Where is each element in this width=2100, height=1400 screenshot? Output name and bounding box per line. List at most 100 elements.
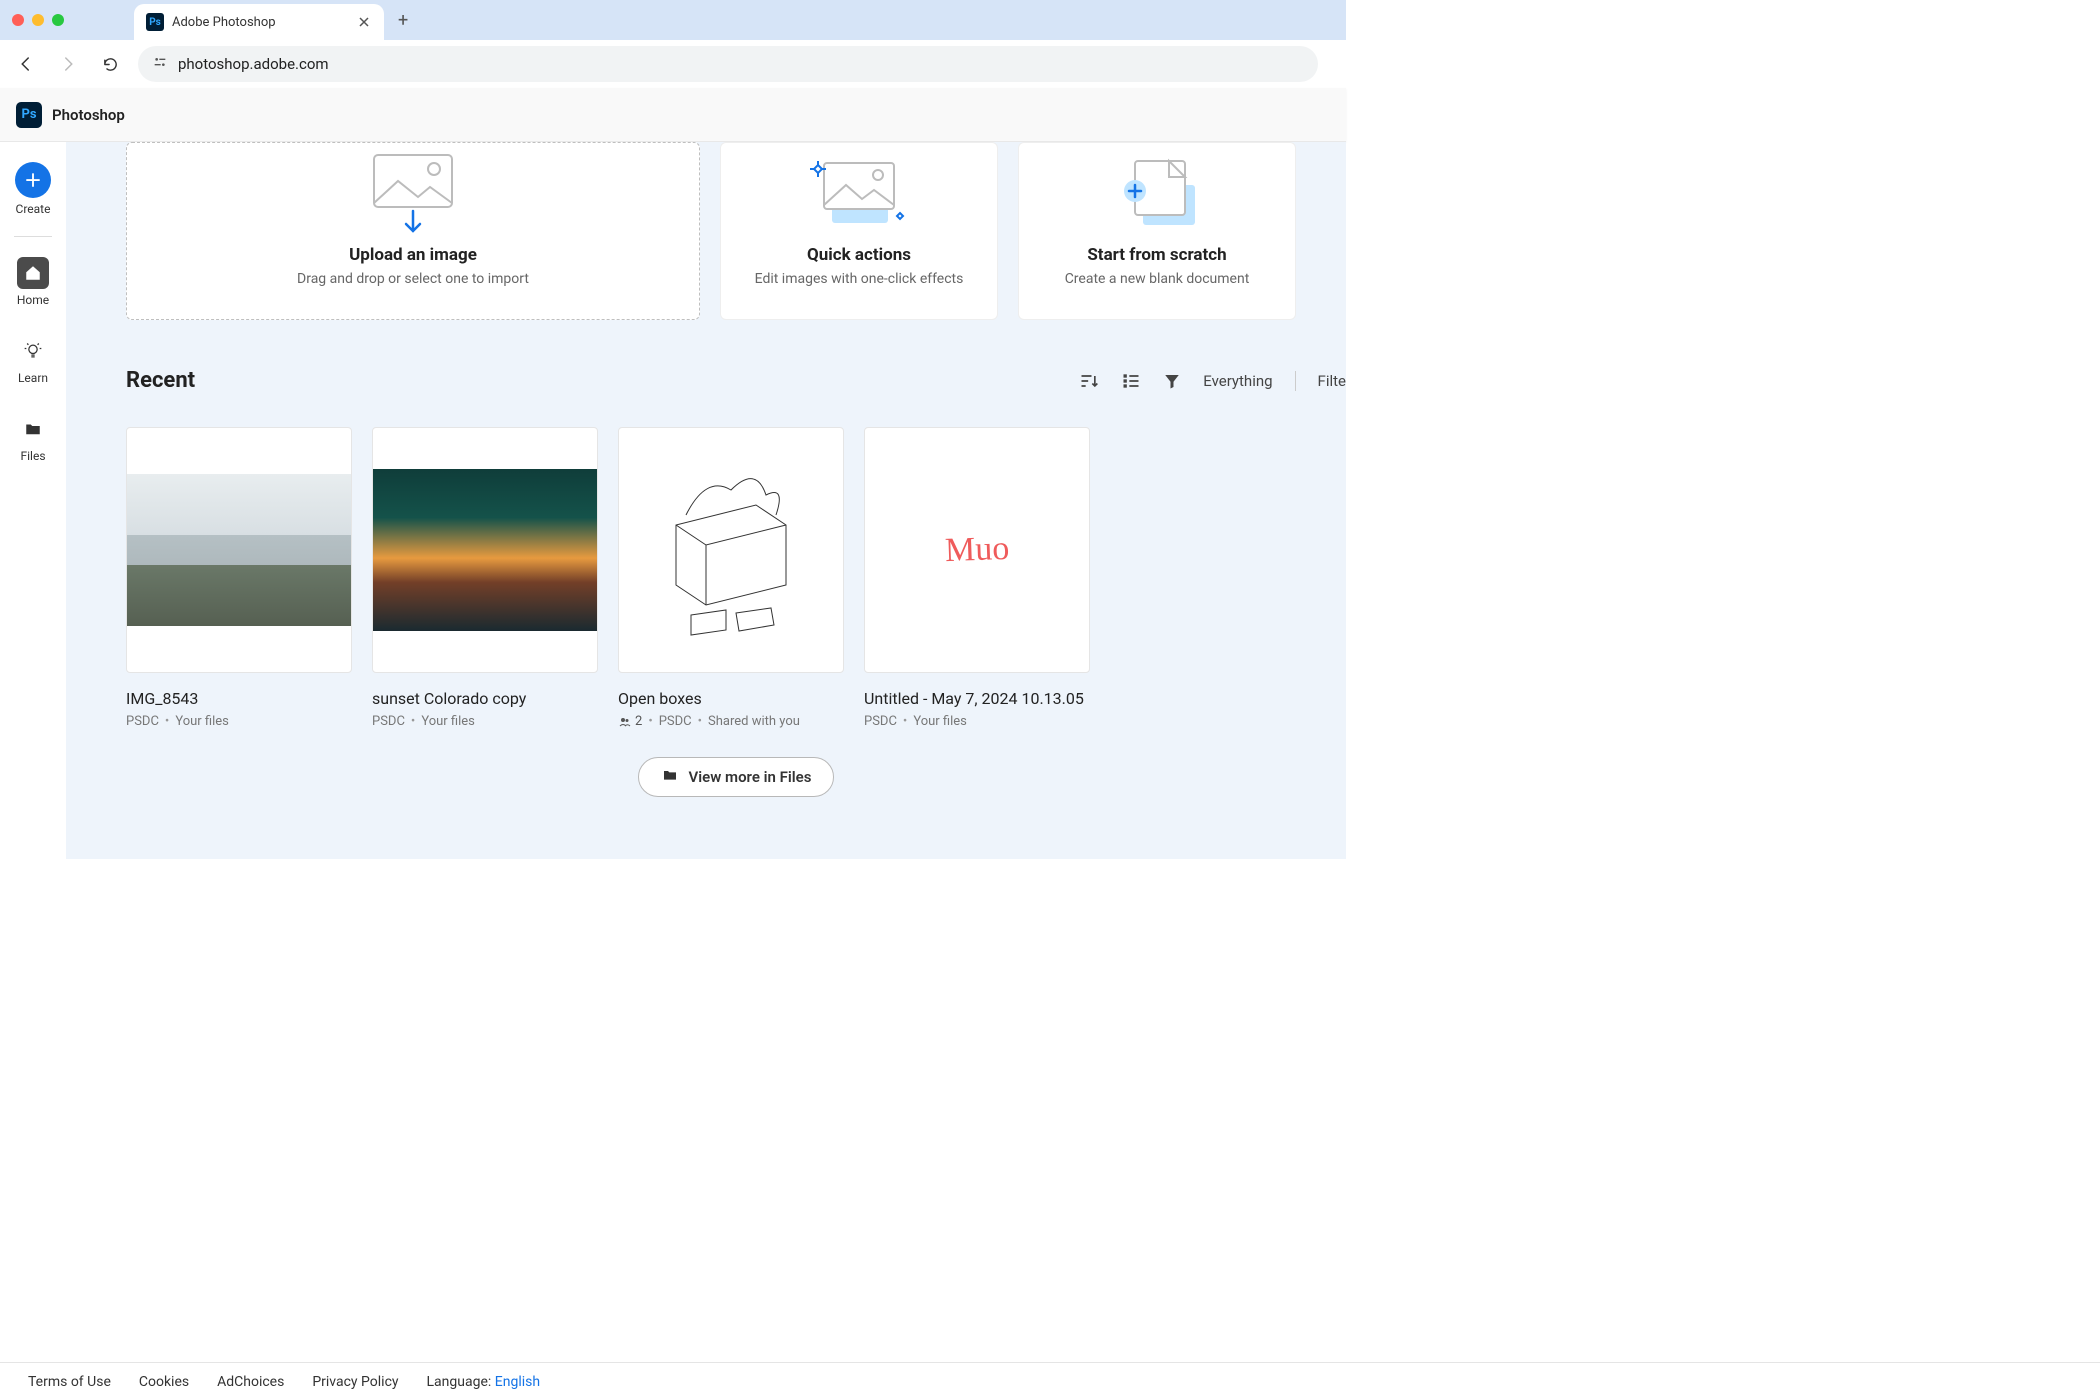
recent-file-card[interactable]: sunset Colorado copy PSDC • Your files [372,427,598,729]
people-icon [618,716,632,728]
sidebar-item-create[interactable]: Create [0,156,66,222]
upload-card-title: Upload an image [349,245,477,265]
quick-actions-card[interactable]: Quick actions Edit images with one-click… [720,142,998,320]
app-title: Photoshop [52,106,125,124]
tab-title: Adobe Photoshop [172,15,356,30]
filter-icon[interactable] [1163,372,1181,390]
file-meta: PSDC • Your files [372,714,598,729]
filter-dropdown[interactable]: Everything [1203,372,1272,390]
footer-link-privacy[interactable]: Privacy Policy [312,1374,398,1390]
folder-icon [17,413,49,445]
home-icon [17,257,49,289]
file-thumbnail: Muo [864,427,1090,673]
file-type: PSDC [372,714,405,729]
main-layout: Create Home Learn Files [0,142,1346,859]
language-value: English [495,1374,540,1390]
file-thumbnail [126,427,352,673]
file-type: PSDC [659,714,692,729]
upload-card-subtitle: Drag and drop or select one to import [297,271,529,287]
close-window-button[interactable] [12,14,24,26]
meta-separator: • [903,714,907,729]
file-meta: PSDC • Your files [126,714,352,729]
maximize-window-button[interactable] [52,14,64,26]
new-tab-button[interactable]: + [398,10,408,31]
site-settings-icon[interactable] [152,54,168,74]
footer-link-terms[interactable]: Terms of Use [28,1374,111,1390]
meta-separator: • [648,714,652,729]
file-meta: PSDC • Your files [864,714,1090,729]
recent-header: Recent Everything Filte [126,368,1346,393]
file-type: PSDC [864,714,897,729]
forward-button[interactable] [54,50,82,78]
file-name: sunset Colorado copy [372,689,598,708]
recent-files-grid: IMG_8543 PSDC • Your files sunset Colora… [126,427,1346,729]
file-thumbnail [372,427,598,673]
filter-keyword-button[interactable]: Filte [1318,372,1346,390]
photoshop-favicon-icon: Ps [146,13,164,31]
view-more-button[interactable]: View more in Files [638,757,835,797]
sidebar-item-learn[interactable]: Learn [0,329,66,391]
meta-separator: • [411,714,415,729]
file-meta: 2 • PSDC • Shared with you [618,714,844,729]
footer-link-cookies[interactable]: Cookies [139,1374,189,1390]
recent-controls: Everything Filte [1079,371,1346,391]
view-more-row: View more in Files [126,757,1346,797]
sidebar-label-files: Files [20,449,45,463]
url-input[interactable]: photoshop.adobe.com [138,46,1318,82]
address-bar: photoshop.adobe.com [0,40,1346,88]
start-from-scratch-card[interactable]: Start from scratch Create a new blank do… [1018,142,1296,320]
recent-file-card[interactable]: Open boxes 2 • PSDC • Shared with you [618,427,844,729]
sidebar-label-learn: Learn [18,371,48,385]
lightbulb-icon [17,335,49,367]
recent-file-card[interactable]: Muo Untitled - May 7, 2024 10.13.05 PSDC… [864,427,1090,729]
sparkle-image-icon [804,143,914,235]
file-location: Your files [175,714,229,729]
reload-button[interactable] [96,50,124,78]
window-controls [12,14,64,26]
file-type: PSDC [126,714,159,729]
back-button[interactable] [12,50,40,78]
browser-chrome: Ps Adobe Photoshop + photoshop.adobe.com [0,0,1346,88]
new-document-icon [1107,143,1207,235]
action-cards-row: Upload an image Drag and drop or select … [126,142,1346,320]
footer-link-adchoices[interactable]: AdChoices [217,1374,284,1390]
browser-tab[interactable]: Ps Adobe Photoshop [134,4,384,40]
language-label: Language: [427,1374,492,1390]
shared-count: 2 [635,714,642,729]
meta-separator: • [698,714,702,729]
file-location: Your files [421,714,475,729]
quick-actions-title: Quick actions [807,245,911,265]
footer: Terms of Use Cookies AdChoices Privacy P… [0,1362,2100,1400]
file-name: Untitled - May 7, 2024 10.13.05 [864,689,1090,708]
scratch-card-subtitle: Create a new blank document [1065,271,1250,287]
sidebar-label-home: Home [17,293,49,307]
file-name: IMG_8543 [126,689,352,708]
file-name: Open boxes [618,689,844,708]
sidebar-divider [14,236,52,237]
recent-title: Recent [126,368,1079,393]
list-view-icon[interactable] [1121,371,1141,391]
quick-actions-subtitle: Edit images with one-click effects [755,271,964,287]
sidebar-item-home[interactable]: Home [0,251,66,313]
app-header: Ps Photoshop [0,88,1346,142]
plus-icon [15,162,51,198]
view-more-label: View more in Files [689,768,812,786]
controls-divider [1295,371,1296,391]
upload-icon [368,143,458,235]
photoshop-logo-icon: Ps [16,102,42,128]
minimize-window-button[interactable] [32,14,44,26]
folder-icon [661,767,679,787]
close-tab-button[interactable] [356,14,372,30]
sidebar: Create Home Learn Files [0,142,66,859]
file-location: Shared with you [708,714,800,729]
sidebar-item-files[interactable]: Files [0,407,66,469]
footer-language[interactable]: Language: English [427,1374,541,1390]
upload-image-card[interactable]: Upload an image Drag and drop or select … [126,142,700,320]
url-text: photoshop.adobe.com [178,55,329,73]
recent-file-card[interactable]: IMG_8543 PSDC • Your files [126,427,352,729]
sort-icon[interactable] [1079,371,1099,391]
sidebar-label-create: Create [16,202,51,216]
file-location: Your files [913,714,967,729]
content-area: Upload an image Drag and drop or select … [66,142,1346,859]
file-thumbnail [618,427,844,673]
